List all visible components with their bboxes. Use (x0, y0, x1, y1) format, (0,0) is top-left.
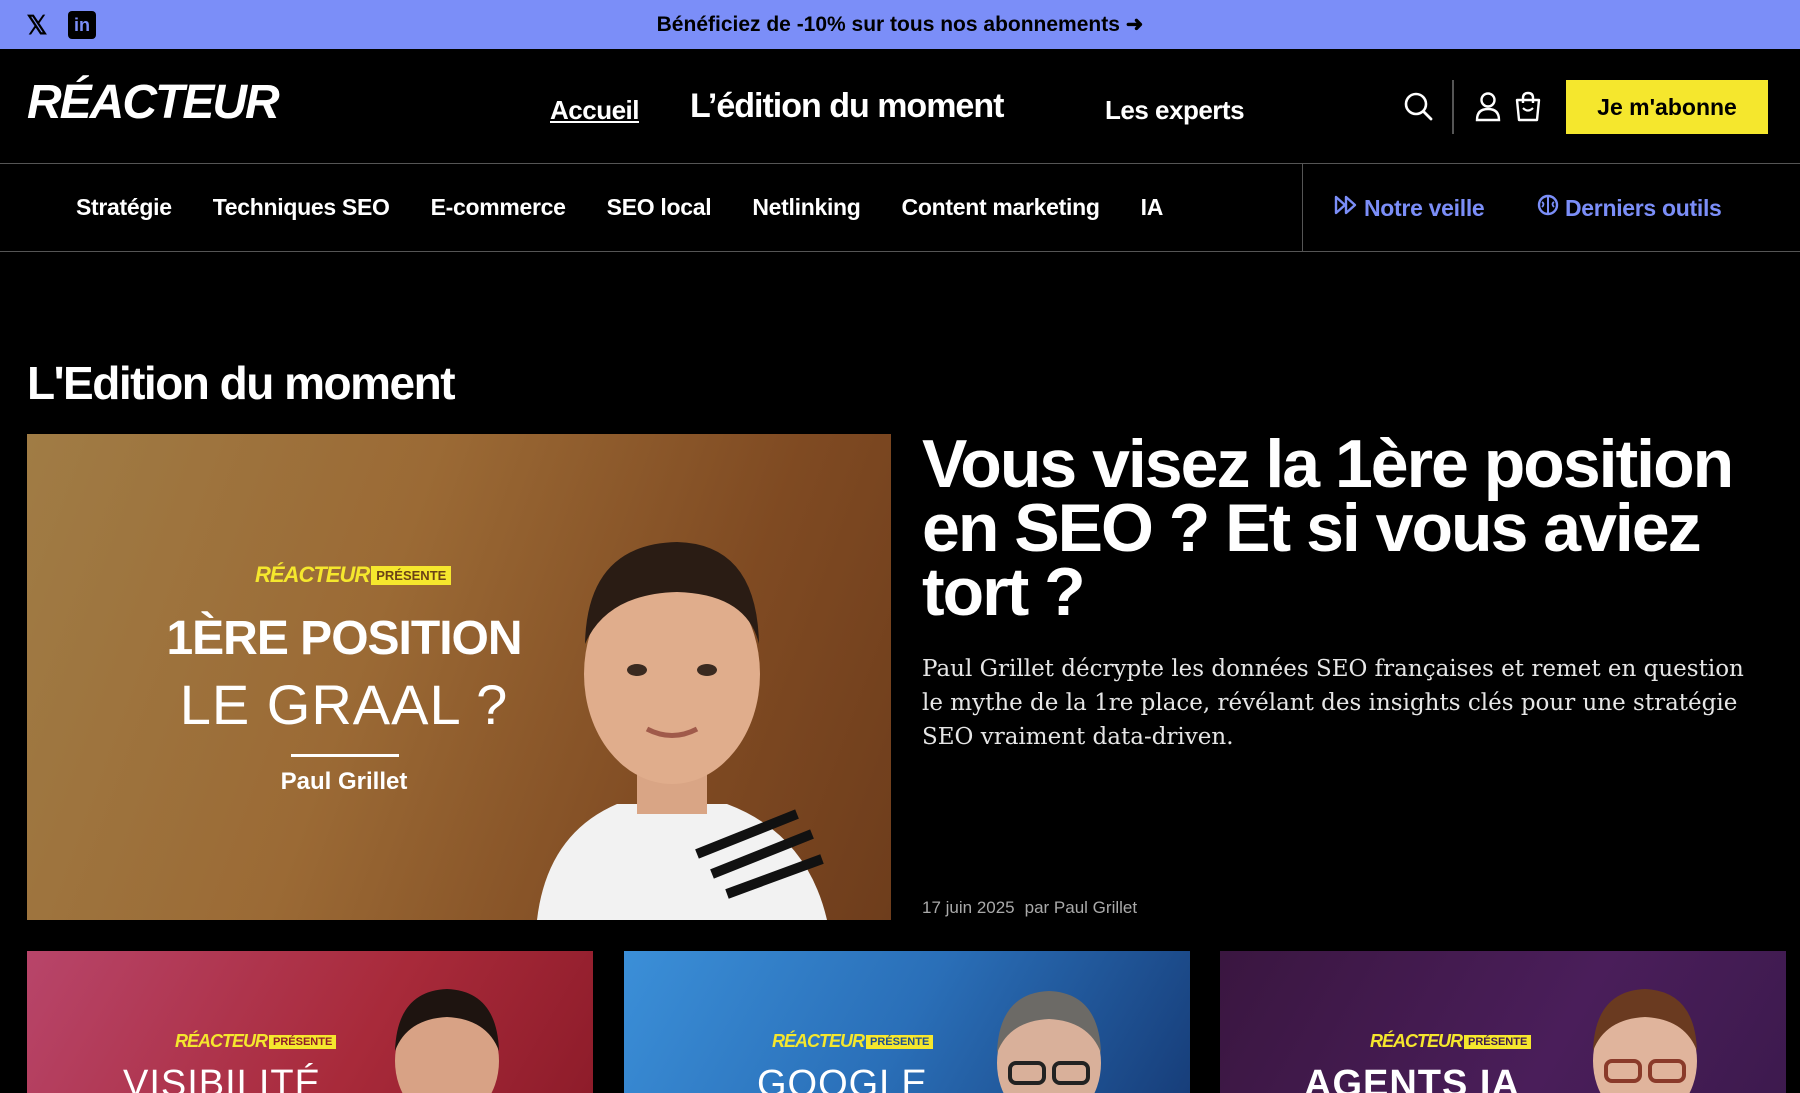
brand-tag-logo: RÉACTEUR (772, 1031, 865, 1051)
image-rule (291, 754, 399, 757)
site-header: RÉACTEUR Accueil L’édition du moment Les… (0, 49, 1800, 164)
brand-presents-tag: RÉACTEUR PRÉSENTE (772, 1031, 934, 1052)
category-strategie[interactable]: Stratégie (76, 194, 172, 221)
featured-article-title[interactable]: Vous visez la 1ère position en SEO ? Et … (922, 430, 1772, 626)
category-ia[interactable]: IA (1141, 194, 1164, 221)
article-card[interactable]: RÉACTEUR PRÉSENTE AGENTS IA (1220, 951, 1786, 1093)
brand-tag-presents: PRÉSENTE (371, 565, 452, 585)
featured-article-image[interactable]: RÉACTEUR PRÉSENTE 1ÈRE POSITION LE GRAAL… (27, 434, 891, 920)
section-title: L'Edition du moment (27, 357, 456, 409)
subscribe-button[interactable]: Je m'abonne (1566, 80, 1768, 134)
derniers-outils-label: Derniers outils (1565, 194, 1722, 221)
author-portrait (395, 989, 499, 1093)
nav-edition-du-moment[interactable]: L’édition du moment (690, 87, 1004, 126)
derniers-outils-link[interactable]: Derniers outils (1537, 194, 1722, 222)
category-content-marketing[interactable]: Content marketing (902, 194, 1100, 221)
user-icon[interactable] (1473, 90, 1503, 122)
category-techniques-seo[interactable]: Techniques SEO (213, 194, 390, 221)
brain-icon (1537, 194, 1559, 222)
author-portrait (997, 991, 1101, 1093)
card-headline: VISIBILITÉ (123, 1063, 321, 1093)
author-portrait (537, 542, 827, 920)
brand-tag-presents: PRÉSENTE (269, 1034, 337, 1049)
article-card[interactable]: RÉACTEUR PRÉSENTE VISIBILITÉ (27, 951, 593, 1093)
card-headline: AGENTS IA (1304, 1063, 1520, 1093)
article-card[interactable]: RÉACTEUR PRÉSENTE GOOGLE (624, 951, 1190, 1093)
brand-tag-logo: RÉACTEUR (175, 1031, 268, 1051)
brand-tag-presents: PRÉSENTE (866, 1034, 934, 1049)
header-divider (1452, 80, 1454, 134)
article-byline: par Paul Grillet (1024, 898, 1138, 917)
category-seo-local[interactable]: SEO local (607, 194, 712, 221)
brand-tag-presents: PRÉSENTE (1464, 1034, 1532, 1049)
featured-article-excerpt: Paul Grillet décrypte les données SEO fr… (922, 656, 1744, 750)
notre-veille-label: Notre veille (1364, 194, 1485, 221)
featured-article-meta: 17 juin 2025 par Paul Grillet (922, 898, 1137, 918)
category-list: Stratégie Techniques SEO E-commerce SEO … (76, 194, 1163, 221)
promo-link[interactable]: Bénéficiez de -10% sur tous nos abonneme… (0, 12, 1800, 37)
card-headline: GOOGLE (757, 1063, 928, 1093)
nav-les-experts[interactable]: Les experts (1105, 95, 1245, 126)
brand-tag-logo: RÉACTEUR (255, 562, 370, 587)
category-netlinking[interactable]: Netlinking (752, 194, 860, 221)
cart-icon[interactable] (1513, 90, 1543, 122)
fast-forward-icon (1334, 194, 1358, 222)
category-divider (1302, 164, 1303, 252)
article-date: 17 juin 2025 (922, 898, 1015, 917)
brand-presents-tag: RÉACTEUR PRÉSENTE (1370, 1031, 1532, 1052)
header-actions: Je m'abonne (1380, 80, 1800, 135)
notre-veille-link[interactable]: Notre veille (1334, 194, 1485, 222)
brand-presents-tag: RÉACTEUR PRÉSENTE (175, 1031, 337, 1052)
category-e-commerce[interactable]: E-commerce (431, 194, 566, 221)
promo-bar: 𝕏 in Bénéficiez de -10% sur tous nos abo… (0, 0, 1800, 49)
category-nav: Stratégie Techniques SEO E-commerce SEO … (0, 164, 1800, 252)
author-portrait (1593, 989, 1697, 1093)
nav-accueil[interactable]: Accueil (550, 95, 640, 126)
search-icon[interactable] (1402, 90, 1434, 122)
brand-presents-tag: RÉACTEUR PRÉSENTE (255, 562, 452, 588)
brand-tag-logo: RÉACTEUR (1370, 1031, 1463, 1051)
